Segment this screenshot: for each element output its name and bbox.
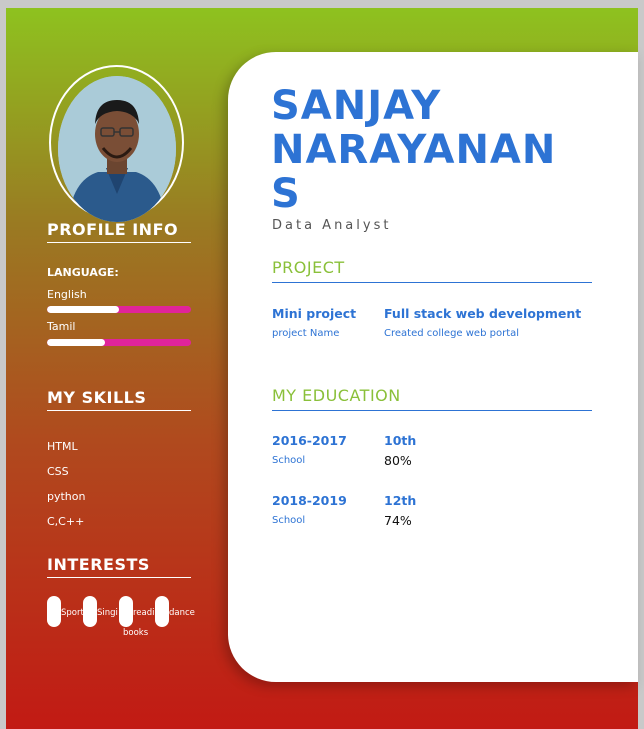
language-title: LANGUAGE: — [47, 266, 119, 279]
skill-item: python — [47, 490, 86, 503]
name-line: NARAYANAN — [271, 127, 557, 173]
education-type: School — [272, 515, 306, 526]
my-skills-heading: MY SKILLS — [47, 388, 191, 411]
project-title: Full stack web development — [384, 306, 582, 321]
interest-pill — [47, 596, 61, 627]
skill-item: CSS — [47, 465, 69, 478]
project-title: Mini project — [272, 306, 357, 321]
language-bar-fill — [47, 339, 105, 346]
avatar — [58, 76, 176, 222]
person-name: SANJAY NARAYANAN S — [271, 84, 571, 216]
project-subtitle: project Name — [272, 328, 340, 339]
education-grade: 12th — [384, 493, 417, 508]
interest-label: dance — [169, 608, 195, 618]
interest-label: Singi — [97, 608, 118, 618]
interest-label: readi — [133, 608, 155, 618]
education-score: 74% — [384, 513, 412, 528]
interest-pill — [83, 596, 97, 627]
language-bar-english — [47, 306, 191, 313]
profile-info-heading: PROFILE INFO — [47, 220, 191, 243]
skill-item: C,C++ — [47, 515, 85, 528]
education-score: 80% — [384, 453, 412, 468]
language-bar-tamil — [47, 339, 191, 346]
education-heading: MY EDUCATION — [272, 386, 592, 411]
education-years: 2018-2019 — [272, 493, 347, 508]
profile-photo — [58, 76, 176, 222]
interest-pill — [155, 596, 169, 627]
interest-label: Sport — [61, 608, 84, 618]
interests-heading: INTERESTS — [47, 555, 191, 578]
language-bar-fill — [47, 306, 119, 313]
name-line: SANJAY — [271, 83, 442, 129]
interest-pill — [119, 596, 133, 627]
language-label: Tamil — [47, 320, 76, 333]
job-title: Data Analyst — [272, 218, 392, 233]
skill-item: HTML — [47, 440, 78, 453]
interest-label: books — [123, 628, 149, 638]
education-type: School — [272, 455, 306, 466]
education-years: 2016-2017 — [272, 433, 347, 448]
resume-page: PROFILE INFO LANGUAGE: English Tamil MY … — [6, 8, 638, 729]
name-line: S — [271, 171, 301, 217]
language-label: English — [47, 288, 87, 301]
project-subtitle: Created college web portal — [384, 328, 520, 339]
project-heading: PROJECT — [272, 258, 592, 283]
education-grade: 10th — [384, 433, 417, 448]
